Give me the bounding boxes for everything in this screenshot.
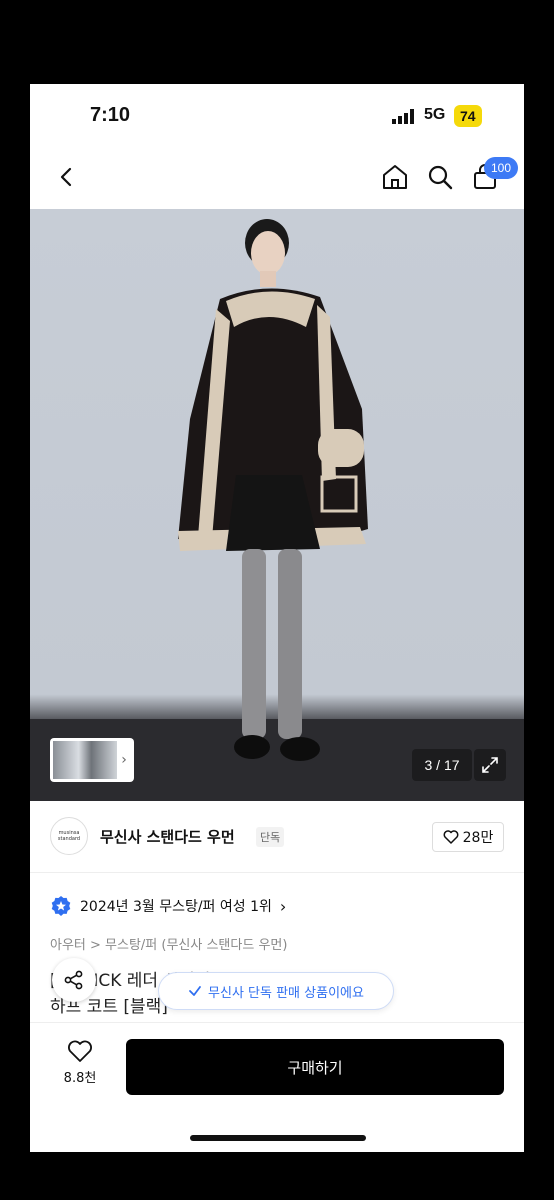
battery-badge: 74 [454,105,482,127]
search-icon [428,165,453,190]
wishlist-count: 8.8천 [63,1071,97,1086]
share-icon [64,970,83,990]
bottom-action-bar: 8.8천 구매하기 [30,1022,524,1152]
screen: 7:10 5G 74 100 › 3 / 17 musinsa standard… [30,84,524,1152]
search-button[interactable] [423,160,457,194]
back-button[interactable] [50,160,84,194]
exclusive-badge: 단독 [256,827,285,847]
cart-count-badge: 100 [484,157,518,179]
chevron-right-icon: › [121,752,127,768]
back-icon [60,167,72,187]
breadcrumb[interactable]: 아우터 > 무스탕/퍼 (무신사 스탠다드 우먼) [50,934,287,953]
expand-button[interactable] [474,749,506,781]
model-photo [30,219,524,801]
heart-icon [443,830,459,844]
signal-icon [392,109,414,124]
medal-icon [51,896,71,916]
heart-icon [68,1040,92,1062]
ranking-link[interactable]: 2024년 3월 무스탕/퍼 여성 1위 › [50,892,286,920]
thumbnail-preview[interactable] [53,741,117,779]
check-icon [189,986,201,996]
brand-logo[interactable]: musinsa standard [50,817,88,855]
toast-text: 무신사 단독 판매 상품이에요 [208,985,364,1001]
home-indicator [190,1135,366,1141]
ranking-text: 2024년 3월 무스탕/퍼 여성 1위 [80,899,272,915]
home-button[interactable] [378,160,412,194]
status-bar: 7:10 5G 74 [30,84,524,148]
image-counter: 3 / 17 [412,749,472,781]
expand-icon [482,757,498,773]
thumbnail-strip[interactable]: › [50,738,134,782]
chevron-right-icon: › [279,896,287,916]
home-icon [383,165,407,189]
exclusive-toast: 무신사 단독 판매 상품이에요 [158,972,394,1010]
share-button[interactable] [52,958,96,1002]
product-image[interactable]: › 3 / 17 [30,209,524,801]
brand-logo-text-2: standard [57,836,81,842]
top-nav [30,148,524,208]
brand-like-button[interactable]: 28만 [432,822,504,852]
brand-name[interactable]: 무신사 스탠다드 우먼 [100,826,235,847]
brand-like-count: 28만 [462,830,494,846]
network-label: 5G [424,106,446,123]
wishlist-button[interactable]: 8.8천 [52,1039,108,1086]
status-time: 7:10 [90,104,131,126]
brand-row[interactable]: musinsa standard 무신사 스탠다드 우먼 단독 28만 [30,801,524,873]
buy-button[interactable]: 구매하기 [126,1039,504,1095]
